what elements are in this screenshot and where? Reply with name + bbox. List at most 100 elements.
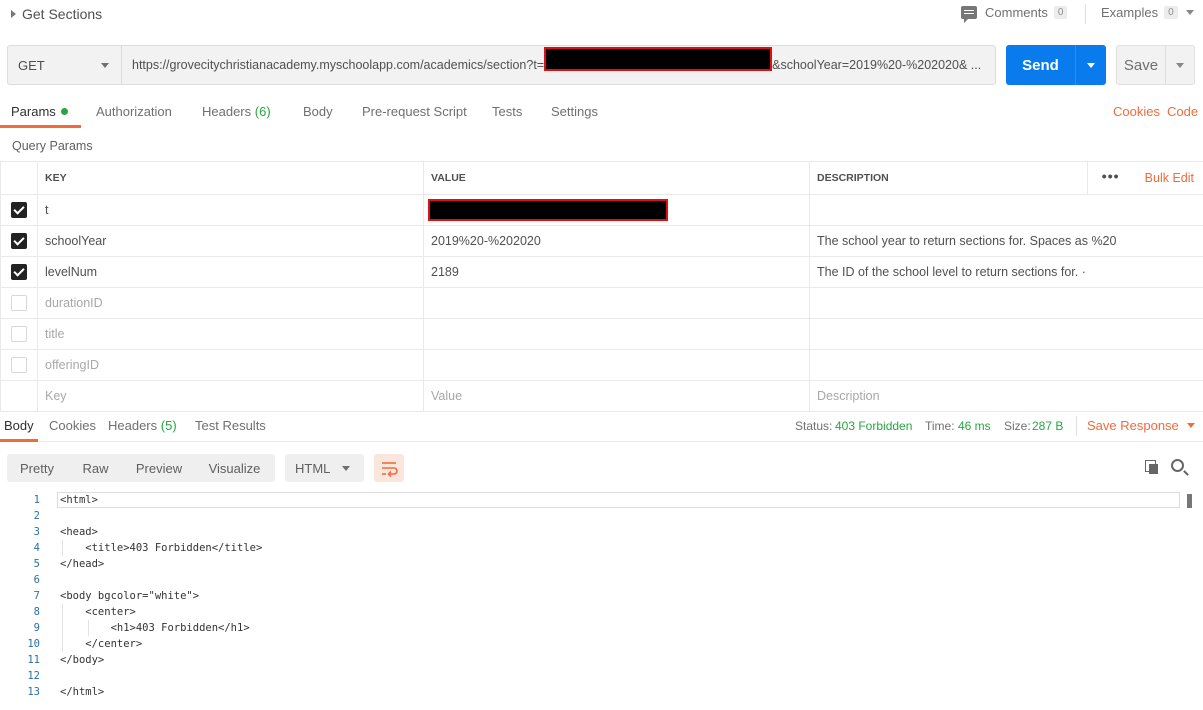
save-response-label: Save Response	[1087, 418, 1179, 433]
url-input[interactable]: https://grovecitychristianacademy.myscho…	[122, 45, 996, 85]
column-header-value: VALUE	[423, 161, 810, 195]
status-label: Status:	[795, 419, 833, 433]
cookies-link[interactable]: Cookies	[1113, 104, 1160, 119]
scrollbar-thumb[interactable]	[1187, 494, 1192, 508]
tab-authorization[interactable]: Authorization	[96, 104, 172, 119]
tab-settings[interactable]: Settings	[551, 104, 598, 119]
checkbox-cell	[0, 287, 38, 319]
request-tabs: Params Authorization Headers (6) Body Pr…	[0, 96, 1203, 128]
response-body-code[interactable]: 1 <html> 2 3 <head> 4 <title>403 Forbidden…	[0, 492, 1203, 710]
param-key[interactable]: offeringID	[37, 349, 424, 381]
param-key[interactable]: t	[37, 194, 424, 226]
examples-label: Examples	[1101, 5, 1159, 20]
tab-body[interactable]: Body	[303, 104, 333, 119]
tab-response-cookies[interactable]: Cookies	[49, 418, 96, 433]
table-row: title	[0, 318, 1203, 350]
chevron-down-icon	[342, 466, 350, 471]
send-options-button[interactable]	[1076, 62, 1106, 68]
request-name[interactable]: Get Sections	[22, 6, 102, 22]
view-pretty-button[interactable]: Pretty	[7, 454, 67, 482]
code-line: 9 <h1>403 Forbidden</h1>	[0, 620, 1180, 636]
param-checkbox[interactable]	[11, 326, 27, 342]
examples-button[interactable]: Examples 0	[1101, 5, 1194, 20]
view-raw-button[interactable]: Raw	[67, 454, 124, 482]
save-options-button[interactable]	[1166, 62, 1194, 68]
param-checkbox[interactable]	[11, 202, 27, 218]
param-description[interactable]	[809, 194, 1203, 226]
tab-response-body[interactable]: Body	[4, 418, 34, 433]
comments-count: 0	[1053, 6, 1068, 19]
tab-test-results[interactable]: Test Results	[195, 418, 266, 433]
code-text: </center>	[60, 638, 143, 650]
param-value[interactable]	[423, 349, 810, 381]
chevron-down-icon	[101, 63, 109, 68]
line-number: 3	[33, 526, 40, 538]
param-description[interactable]	[809, 349, 1203, 381]
comments-button[interactable]: Comments 0	[961, 5, 1068, 23]
examples-count: 0	[1164, 6, 1178, 19]
indent-guide	[88, 620, 89, 636]
param-value[interactable]: 2019%20-%202020	[423, 225, 810, 257]
view-visualize-button[interactable]: Visualize	[194, 454, 275, 482]
send-button[interactable]: Send	[1006, 45, 1106, 85]
expand-caret-icon[interactable]	[11, 10, 16, 18]
tab-response-headers[interactable]: Headers (5)	[108, 418, 177, 433]
method-value: GET	[18, 57, 45, 73]
divider	[1076, 416, 1077, 436]
code-line: 11 </body>	[0, 652, 1180, 668]
new-key-input[interactable]: Key	[37, 380, 424, 412]
tab-params[interactable]: Params	[11, 104, 68, 119]
format-select[interactable]: HTML	[285, 454, 364, 482]
param-value[interactable]	[423, 318, 810, 350]
active-tab-underline	[0, 439, 38, 442]
param-checkbox[interactable]	[11, 357, 27, 373]
param-description[interactable]	[809, 287, 1203, 319]
status-value[interactable]: 403 Forbidden	[835, 419, 912, 433]
send-label: Send	[1022, 56, 1059, 74]
method-select[interactable]: GET	[7, 45, 122, 85]
query-params-table: KEY VALUE DESCRIPTION ••• Bulk Edit t sc…	[0, 161, 1203, 412]
param-key[interactable]: durationID	[37, 287, 424, 319]
view-preview-button[interactable]: Preview	[124, 454, 194, 482]
code-link[interactable]: Code	[1167, 104, 1198, 119]
checkbox-cell	[0, 380, 38, 412]
new-value-input[interactable]: Value	[423, 380, 810, 412]
code-text: <html>	[60, 494, 98, 506]
param-value[interactable]	[423, 194, 810, 226]
param-value[interactable]: 2189	[423, 256, 810, 288]
active-tab-underline	[0, 125, 81, 128]
line-number: 8	[33, 606, 40, 618]
param-key[interactable]: title	[37, 318, 424, 350]
line-number: 10	[27, 638, 40, 650]
copy-icon[interactable]	[1145, 460, 1159, 474]
wrap-lines-button[interactable]	[374, 454, 404, 482]
line-number: 2	[33, 510, 40, 522]
tab-tests[interactable]: Tests	[492, 104, 522, 119]
new-description-input[interactable]: Description	[809, 380, 1203, 412]
checkbox-cell	[0, 318, 38, 350]
param-value[interactable]	[423, 287, 810, 319]
param-description[interactable]: The ID of the school level to return sec…	[809, 256, 1203, 288]
more-options-icon[interactable]: •••	[1086, 162, 1134, 194]
code-text: <body bgcolor="white">	[60, 590, 200, 602]
tab-headers[interactable]: Headers (6)	[202, 104, 271, 119]
tab-prerequest-script[interactable]: Pre-request Script	[362, 104, 467, 119]
param-key[interactable]: schoolYear	[37, 225, 424, 257]
checkbox-cell	[0, 194, 38, 226]
param-checkbox[interactable]	[11, 233, 27, 249]
param-description[interactable]	[809, 318, 1203, 350]
chevron-down-icon	[1087, 62, 1095, 68]
table-row: durationID	[0, 287, 1203, 319]
param-description[interactable]: The school year to return sections for. …	[809, 225, 1203, 257]
time-value[interactable]: 46 ms	[958, 419, 991, 433]
param-checkbox[interactable]	[11, 264, 27, 280]
param-key[interactable]: levelNum	[37, 256, 424, 288]
header-checkbox-cell	[0, 161, 38, 195]
size-value[interactable]: 287 B	[1032, 419, 1063, 433]
save-button[interactable]: Save	[1116, 45, 1195, 85]
code-line: 6	[0, 572, 1180, 588]
bulk-edit-link[interactable]: Bulk Edit	[1134, 171, 1203, 185]
save-response-button[interactable]: Save Response	[1087, 418, 1195, 433]
param-checkbox[interactable]	[11, 295, 27, 311]
search-icon[interactable]	[1171, 459, 1184, 472]
